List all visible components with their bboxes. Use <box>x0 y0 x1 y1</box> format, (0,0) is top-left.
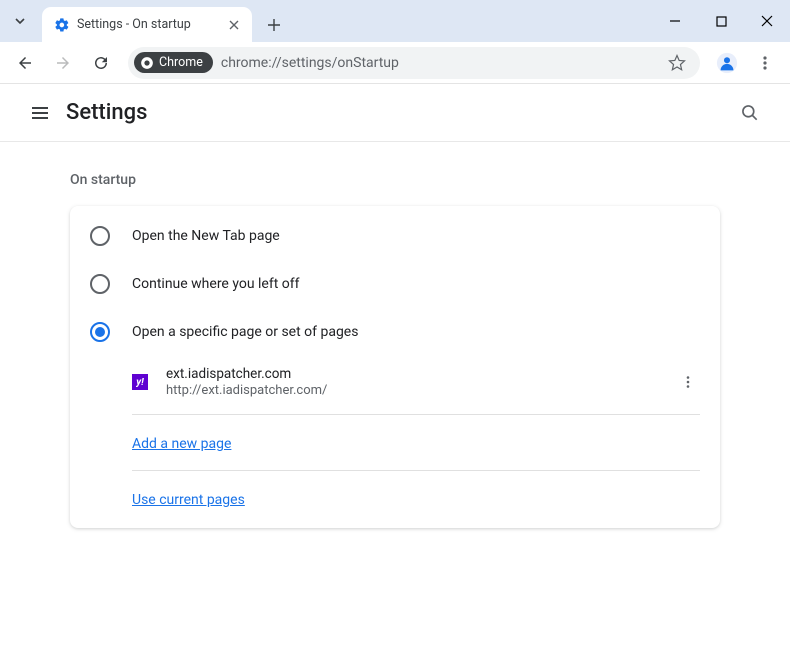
use-current-pages-link[interactable]: Use current pages <box>132 492 245 508</box>
radio-label: Open a specific page or set of pages <box>132 324 358 340</box>
hamburger-menu[interactable] <box>20 103 60 123</box>
tab-title: Settings - On startup <box>77 17 226 32</box>
browser-toolbar: Chrome chrome://settings/onStartup <box>0 42 790 84</box>
new-tab-button[interactable] <box>260 11 288 39</box>
gear-icon <box>54 17 70 33</box>
maximize-button[interactable] <box>698 0 744 42</box>
radio-option-newtab[interactable]: Open the New Tab page <box>70 212 720 260</box>
startup-page-url: http://ext.iadispatcher.com/ <box>166 383 676 398</box>
profile-button[interactable] <box>710 46 744 80</box>
radio-label: Open the New Tab page <box>132 228 280 244</box>
star-icon[interactable] <box>668 54 686 72</box>
divider <box>132 414 700 415</box>
radio-option-specific[interactable]: Open a specific page or set of pages <box>70 308 720 356</box>
startup-page-title: ext.iadispatcher.com <box>166 366 676 382</box>
add-page-link[interactable]: Add a new page <box>132 436 231 452</box>
search-icon[interactable] <box>730 103 770 123</box>
back-button[interactable] <box>8 46 42 80</box>
favicon-icon: y! <box>132 374 148 390</box>
minimize-button[interactable] <box>652 0 698 42</box>
radio-icon <box>90 274 110 294</box>
divider <box>132 470 700 471</box>
radio-icon <box>90 322 110 342</box>
close-icon[interactable] <box>226 17 242 33</box>
close-window-button[interactable] <box>744 0 790 42</box>
startup-page-row: y! ext.iadispatcher.com http://ext.iadis… <box>132 356 700 408</box>
reload-button[interactable] <box>84 46 118 80</box>
radio-option-continue[interactable]: Continue where you left off <box>70 260 720 308</box>
page-title: Settings <box>66 100 147 125</box>
radio-icon <box>90 226 110 246</box>
window-titlebar: Settings - On startup <box>0 0 790 42</box>
forward-button[interactable] <box>46 46 80 80</box>
startup-card: Open the New Tab page Continue where you… <box>70 206 720 528</box>
site-chip: Chrome <box>134 52 213 73</box>
more-options-icon[interactable] <box>676 375 700 389</box>
settings-header: Settings <box>0 84 790 142</box>
content-area: On startup Open the New Tab page Continu… <box>0 142 790 528</box>
chip-label: Chrome <box>159 55 203 70</box>
browser-tab[interactable]: Settings - On startup <box>42 7 252 42</box>
section-title: On startup <box>70 172 720 188</box>
tab-search-button[interactable] <box>8 9 32 33</box>
url-text: chrome://settings/onStartup <box>221 55 399 71</box>
address-bar[interactable]: Chrome chrome://settings/onStartup <box>128 47 700 79</box>
radio-label: Continue where you left off <box>132 276 300 292</box>
menu-button[interactable] <box>748 46 782 80</box>
